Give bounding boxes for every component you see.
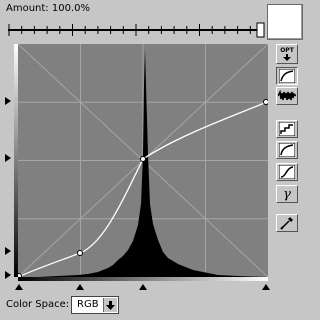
input-level-arrows[interactable] bbox=[2, 40, 14, 280]
eyedropper-button[interactable] bbox=[276, 214, 298, 232]
steps-preset-button[interactable] bbox=[276, 120, 298, 138]
curve-icon bbox=[279, 69, 295, 83]
arc-curve-icon bbox=[279, 143, 295, 157]
level-arrow-low[interactable] bbox=[5, 247, 11, 255]
gamma-button[interactable]: γ bbox=[276, 185, 298, 203]
curves-panel: Amount: 100.0% OPT γ Color Space: RGB bbox=[0, 0, 306, 320]
s-curve-icon bbox=[279, 165, 295, 179]
noise-mode-button[interactable] bbox=[276, 87, 298, 105]
level-arrow-white[interactable] bbox=[5, 97, 11, 105]
steps-icon bbox=[279, 122, 295, 136]
curve-point-high[interactable] bbox=[263, 99, 269, 105]
curves-graph[interactable] bbox=[18, 44, 268, 277]
color-space-label: Color Space: bbox=[6, 299, 70, 310]
dropdown-arrow-icon[interactable] bbox=[103, 298, 117, 312]
position-arrow-2[interactable] bbox=[76, 284, 84, 290]
s-curve-preset-button[interactable] bbox=[276, 163, 298, 181]
eyedropper-icon bbox=[280, 217, 293, 230]
arrow-down-icon bbox=[283, 53, 291, 61]
curve-point-mid[interactable] bbox=[140, 156, 146, 162]
gamma-icon: γ bbox=[283, 186, 291, 202]
curve-point-low[interactable] bbox=[77, 250, 83, 256]
level-arrow-mid[interactable] bbox=[5, 154, 11, 162]
amount-slider-thumb[interactable] bbox=[256, 22, 265, 38]
position-arrow-3[interactable] bbox=[139, 284, 147, 290]
level-arrow-black[interactable] bbox=[5, 271, 11, 279]
preview-swatch[interactable] bbox=[267, 4, 303, 40]
opt-button[interactable]: OPT bbox=[276, 44, 298, 64]
color-space-value: RGB bbox=[77, 299, 99, 310]
position-arrow-4[interactable] bbox=[262, 284, 270, 290]
position-arrow-1[interactable] bbox=[15, 284, 23, 290]
curve-mode-button[interactable] bbox=[276, 67, 298, 85]
color-space-select[interactable]: RGB bbox=[71, 296, 119, 314]
input-position-arrows[interactable] bbox=[10, 281, 276, 291]
amount-label: Amount: 100.0% bbox=[6, 3, 90, 14]
amount-slider[interactable] bbox=[8, 20, 266, 40]
curve-preset-button[interactable] bbox=[276, 141, 298, 159]
waveform-icon bbox=[278, 90, 296, 101]
